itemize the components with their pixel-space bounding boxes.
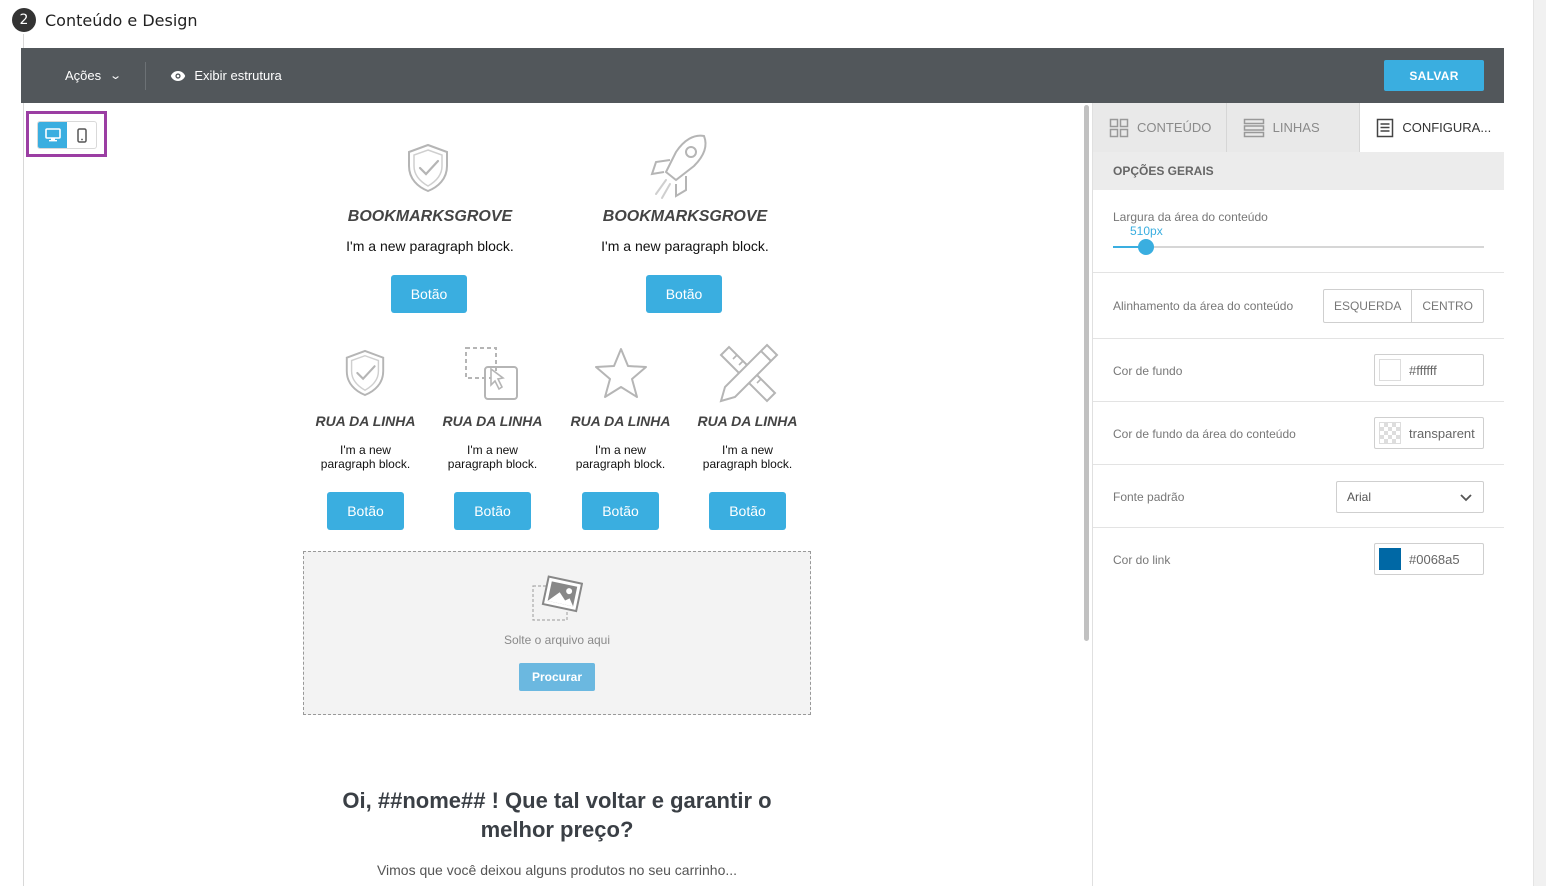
align-center-option[interactable]: CENTRO [1411, 290, 1483, 322]
email-canvas [24, 103, 1092, 886]
email-subline: Vimos que você deixou alguns produtos no… [376, 862, 738, 878]
background-color-swatch [1379, 359, 1401, 381]
dropzone-text: Solte o arquivo aqui [503, 633, 611, 647]
content-width-row: Largura da área do conteúdo 510px [1093, 190, 1504, 273]
desktop-icon [44, 128, 61, 142]
mobile-view-button[interactable] [67, 122, 96, 148]
block-paragraph: I'm a new paragraph block. [575, 443, 666, 471]
slider-handle[interactable] [1138, 239, 1154, 255]
block-paragraph: I'm a new paragraph block. [447, 443, 538, 471]
link-color-field[interactable]: #0068a5 [1374, 543, 1484, 575]
tab-settings[interactable]: CONFIGURA... [1360, 103, 1504, 152]
panel-tabs: CONTEÚDO LINHAS CONFIGURA... [1093, 103, 1504, 152]
block-button[interactable]: Botão [646, 275, 722, 313]
content-background-field[interactable]: transparent [1374, 417, 1484, 449]
default-font-label: Fonte padrão [1113, 490, 1185, 504]
align-left-option[interactable]: ESQUERDA [1324, 290, 1411, 322]
background-color-field[interactable]: #ffffff [1374, 354, 1484, 386]
canvas-scrollbar[interactable] [1084, 105, 1089, 641]
save-button[interactable]: SALVAR [1384, 60, 1484, 91]
background-color-label: Cor de fundo [1113, 364, 1183, 378]
tab-content[interactable]: CONTEÚDO [1093, 103, 1227, 152]
link-color-label: Cor do link [1113, 553, 1171, 567]
eye-icon [171, 70, 186, 81]
rows-icon [1243, 118, 1264, 137]
tab-rows[interactable]: LINHAS [1226, 103, 1361, 152]
step-title: Conteúdo e Design [45, 10, 198, 30]
block-paragraph: I'm a new paragraph block. [601, 238, 769, 254]
block-button[interactable]: Botão [582, 492, 659, 530]
content-background-label: Cor de fundo da área do conteúdo [1113, 427, 1296, 441]
background-color-row: Cor de fundo #ffffff [1093, 339, 1504, 402]
section-general-options: OPÇÕES GERAIS [1093, 152, 1504, 190]
email-headline: Oi, ##nome## ! Que tal voltar e garantir… [342, 788, 772, 842]
content-align-row: Alinhamento da área do conteúdo ESQUERDA… [1093, 273, 1504, 339]
editor-toolbar: Ações ⌄ Exibir estrutura SALVAR [21, 48, 1504, 103]
image-dropzone[interactable]: Solte o arquivo aqui Procurar [303, 551, 811, 715]
show-structure-toggle[interactable]: Exibir estrutura [170, 68, 282, 83]
default-font-row: Fonte padrão Arial [1093, 465, 1504, 528]
settings-panel: CONTEÚDO LINHAS CONFIGURA... OPÇÕES GERA… [1092, 103, 1504, 886]
block-title: RUA DA LINHA [315, 413, 416, 429]
rocket-icon [650, 134, 707, 199]
mobile-icon [76, 127, 87, 143]
show-structure-label: Exibir estrutura [194, 68, 282, 83]
block-paragraph: I'm a new paragraph block. [702, 443, 793, 471]
image-placeholder-icon [532, 575, 583, 621]
chevron-down-icon [1460, 494, 1472, 502]
shield-check-icon [345, 349, 385, 397]
toolbar-divider [145, 61, 147, 90]
content-width-slider[interactable] [1113, 246, 1484, 248]
desktop-view-button[interactable] [38, 122, 67, 148]
align-segmented-control: ESQUERDA CENTRO [1322, 289, 1484, 323]
content-align-label: Alinhamento da área do conteúdo [1113, 299, 1294, 313]
block-title: RUA DA LINHA [697, 413, 798, 429]
grid-icon [1109, 118, 1129, 137]
block-button[interactable]: Botão [454, 492, 531, 530]
content-width-value: 510px [1130, 224, 1163, 238]
chevron-down-icon: ⌄ [109, 70, 123, 82]
block-button[interactable]: Botão [709, 492, 786, 530]
shield-check-icon [408, 143, 448, 193]
block-title: BOOKMARKSGROVE [347, 208, 513, 225]
block-title: RUA DA LINHA [570, 413, 671, 429]
document-settings-icon [1377, 118, 1394, 137]
device-toggle [37, 121, 97, 149]
transparent-swatch [1379, 422, 1401, 444]
step-number: 2 [12, 8, 36, 32]
page-scrollbar[interactable] [1533, 0, 1546, 886]
default-font-select[interactable]: Arial [1336, 481, 1484, 513]
actions-menu[interactable]: Ações ⌄ [65, 68, 123, 83]
block-title: BOOKMARKSGROVE [602, 208, 768, 225]
browse-button[interactable]: Procurar [519, 663, 595, 691]
block-button[interactable]: Botão [327, 492, 404, 530]
step-header: 2 Conteúdo e Design [12, 8, 198, 32]
actions-label: Ações [65, 68, 102, 83]
content-background-row: Cor de fundo da área do conteúdo transpa… [1093, 402, 1504, 465]
link-color-swatch [1379, 548, 1401, 570]
block-button[interactable]: Botão [391, 275, 467, 313]
pencil-ruler-icon [719, 343, 779, 403]
star-icon [595, 348, 647, 398]
block-paragraph: I'm a new paragraph block. [320, 443, 411, 471]
block-title: RUA DA LINHA [442, 413, 543, 429]
link-color-row: Cor do link #0068a5 [1093, 528, 1504, 591]
block-paragraph: I'm a new paragraph block. [346, 238, 514, 254]
content-width-label: Largura da área do conteúdo [1113, 210, 1268, 224]
drag-drop-icon [465, 347, 518, 400]
device-preview-highlight [26, 111, 107, 157]
